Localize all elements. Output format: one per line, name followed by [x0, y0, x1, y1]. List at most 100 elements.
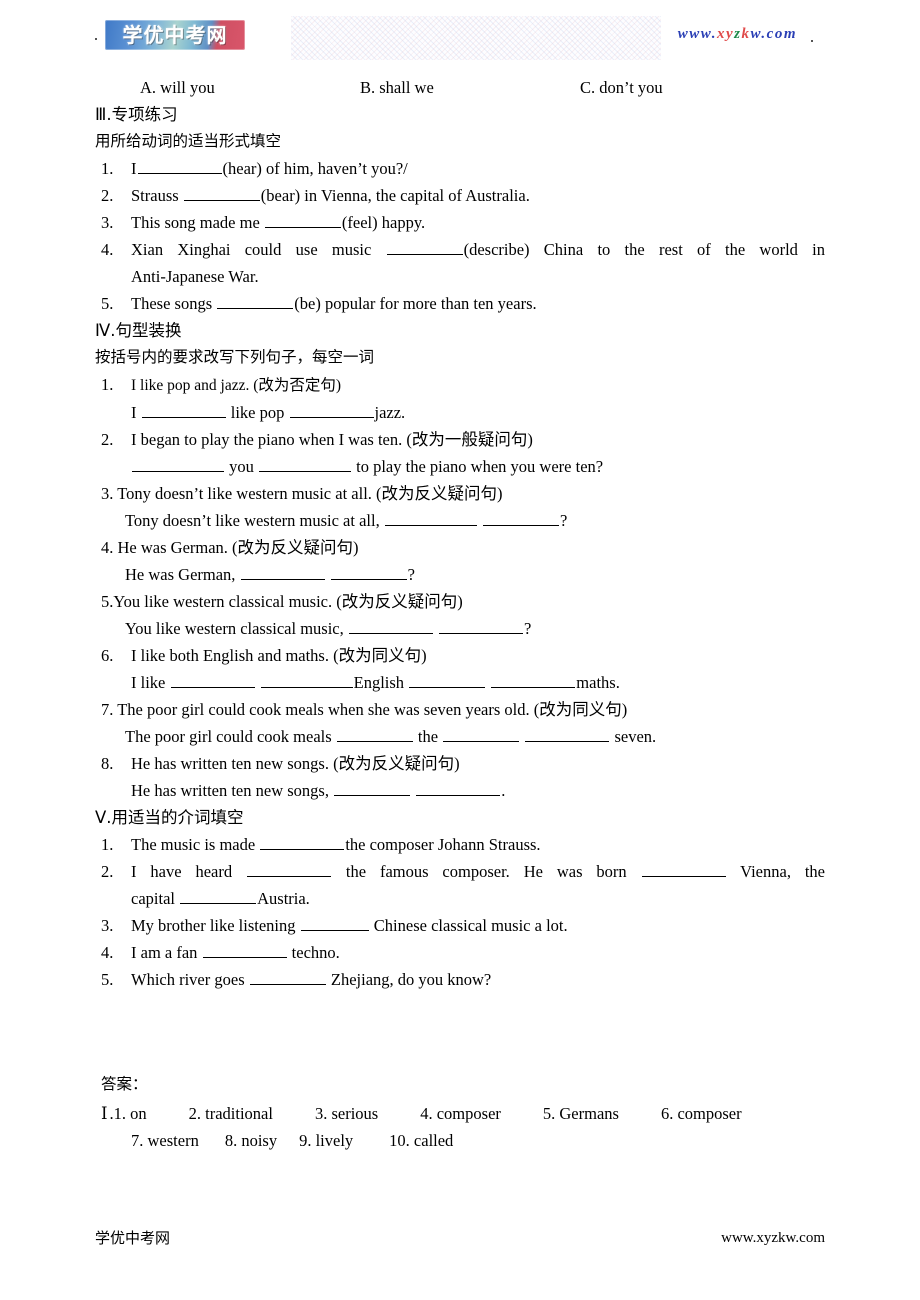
- answer-item: 2. traditional: [188, 1104, 273, 1123]
- answer-key-label: Ⅰ: [101, 1104, 108, 1123]
- answer-text-c: to play the piano when you were ten?: [356, 457, 604, 476]
- option-a[interactable]: A. will you: [140, 74, 215, 101]
- answer-text-a: I: [131, 403, 137, 422]
- item-text-pre: This song made me: [131, 213, 260, 232]
- item-line-justified: Xian Xinghai could use music (describe) …: [131, 236, 825, 263]
- document-page: 学优中考网 www.xyzkw.com A. will you B. shall…: [0, 0, 920, 1300]
- section-4-item-2-answer: you to play the piano when you were ten?: [95, 453, 825, 480]
- blank-field[interactable]: [300, 915, 369, 931]
- blank-field[interactable]: [491, 672, 576, 688]
- answer-text-a: He has written ten new songs,: [131, 781, 329, 800]
- blank-field[interactable]: [259, 456, 351, 472]
- item-number: 4.: [101, 943, 114, 962]
- header-left-dot: [95, 38, 97, 40]
- item-text-pre: My brother like listening: [131, 916, 296, 935]
- blank-field[interactable]: [260, 672, 353, 688]
- section-3-heading: Ⅲ.专项练习: [95, 105, 178, 124]
- item-cont-pre: capital: [131, 889, 175, 908]
- section-3-item-3: 3. This song made me (feel) happy.: [95, 209, 825, 236]
- blank-field[interactable]: [336, 726, 413, 742]
- answer-item: 4. composer: [420, 1104, 501, 1123]
- section-4-item-1: 1. I like pop and jazz. (改为否定句): [95, 371, 825, 399]
- item-number: 1.: [101, 375, 114, 394]
- blank-field[interactable]: [217, 293, 294, 309]
- item-text-pre: These songs: [131, 294, 213, 313]
- answer-key-row-2: 7. western 8. noisy 9. lively 10. called: [95, 1127, 825, 1154]
- section-3-item-1: 1. I (hear) of him, haven’t you?/: [95, 155, 825, 182]
- blank-field[interactable]: [264, 212, 341, 228]
- footer-site-url[interactable]: www.xyzkw.com: [721, 1228, 825, 1248]
- answer-text-b: ?: [407, 565, 415, 584]
- item-prompt: He has written ten new songs. (改为反义疑问句): [131, 754, 460, 773]
- blank-field[interactable]: [482, 510, 559, 526]
- blank-field[interactable]: [525, 726, 610, 742]
- blank-field[interactable]: [330, 564, 407, 580]
- answer-options-row: A. will you B. shall we C. don’t you: [95, 74, 825, 101]
- option-c[interactable]: C. don’t you: [580, 74, 663, 101]
- item-number: 7.: [101, 700, 114, 719]
- section-4-item-4-answer: He was German, ?: [95, 561, 825, 588]
- answer-item: 6. composer: [660, 1104, 742, 1123]
- blank-field[interactable]: [348, 618, 433, 634]
- answer-key-heading: 答案：: [101, 1075, 148, 1093]
- footer-site-name: 学优中考网: [95, 1229, 171, 1247]
- item-cont-post: Austria.: [257, 889, 310, 908]
- blank-field[interactable]: [202, 942, 287, 958]
- section-3-item-2: 2. Strauss (bear) in Vienna, the capital …: [95, 182, 825, 209]
- blank-field[interactable]: [409, 672, 486, 688]
- answer-text-b: .: [501, 781, 506, 800]
- header-site-url[interactable]: www.xyzkw.com: [678, 26, 797, 43]
- item-number: 2.: [101, 430, 114, 449]
- section-4-item-6-answer: I like English maths.: [95, 669, 825, 696]
- blank-field[interactable]: [141, 402, 226, 418]
- item-number: 5.: [101, 294, 114, 313]
- blank-field[interactable]: [289, 402, 374, 418]
- site-logo-label: 学优中考网: [122, 23, 228, 47]
- blank-field[interactable]: [137, 158, 222, 174]
- answer-item: 10. called: [389, 1131, 454, 1150]
- blank-field[interactable]: [334, 780, 411, 796]
- section-4-item-1-answer: I like pop jazz.: [95, 399, 825, 426]
- answer-key-block: 答案： Ⅰ .1. on 2. traditional 3. serious 4. co…: [95, 1071, 825, 1154]
- blank-field[interactable]: [260, 834, 345, 850]
- blank-field[interactable]: [249, 969, 326, 985]
- item-text-mid: the famous composer. He was born: [345, 862, 627, 881]
- blank-field[interactable]: [439, 618, 523, 634]
- item-text-pre: Which river goes: [131, 970, 245, 989]
- answer-text-a: Tony doesn’t like western music at all,: [125, 511, 380, 530]
- blank-field[interactable]: [240, 564, 325, 580]
- answer-text-a: You like western classical music,: [125, 619, 344, 638]
- blank-field[interactable]: [170, 672, 255, 688]
- blank-field[interactable]: [384, 510, 477, 526]
- blank-field[interactable]: [180, 888, 257, 904]
- section-5-item-1: 1. The music is made the composer Johann …: [95, 831, 825, 858]
- section-5-item-4: 4. I am a fan techno.: [95, 939, 825, 966]
- answer-text-a: He was German,: [125, 565, 236, 584]
- item-text-pre: Strauss: [131, 186, 179, 205]
- item-continuation: capital Austria.: [131, 885, 825, 912]
- section-4-item-7: 7. The poor girl could cook meals when s…: [95, 696, 825, 723]
- item-prompt: Tony doesn’t like western music at all. …: [117, 484, 503, 503]
- blank-field[interactable]: [183, 185, 260, 201]
- site-logo[interactable]: 学优中考网: [105, 20, 245, 50]
- blank-field[interactable]: [443, 726, 520, 742]
- blank-field[interactable]: [641, 861, 726, 877]
- item-number: 8.: [101, 754, 114, 773]
- item-text-post: (bear) in Vienna, the capital of Austral…: [260, 186, 530, 205]
- item-text-post: (feel) happy.: [341, 213, 426, 232]
- item-text-pre: I am a fan: [131, 943, 198, 962]
- blank-field[interactable]: [386, 239, 463, 255]
- option-b[interactable]: B. shall we: [360, 74, 434, 101]
- blank-field[interactable]: [416, 780, 501, 796]
- answer-item: 8. noisy: [224, 1131, 278, 1150]
- answer-text-c: maths.: [576, 673, 620, 692]
- answer-text-b: ?: [524, 619, 532, 638]
- blank-field[interactable]: [247, 861, 331, 877]
- answer-text-b: the: [417, 727, 439, 746]
- item-text-post: Zhejiang, do you know?: [330, 970, 492, 989]
- blank-field[interactable]: [132, 456, 224, 472]
- section-4-item-3: 3. Tony doesn’t like western music at al…: [95, 480, 825, 507]
- item-prompt: I like both English and maths. (改为同义句): [131, 646, 427, 665]
- item-text-pre: Xian Xinghai could use music: [131, 240, 372, 259]
- item-line-justified: I have heard the famous composer. He was…: [131, 858, 825, 885]
